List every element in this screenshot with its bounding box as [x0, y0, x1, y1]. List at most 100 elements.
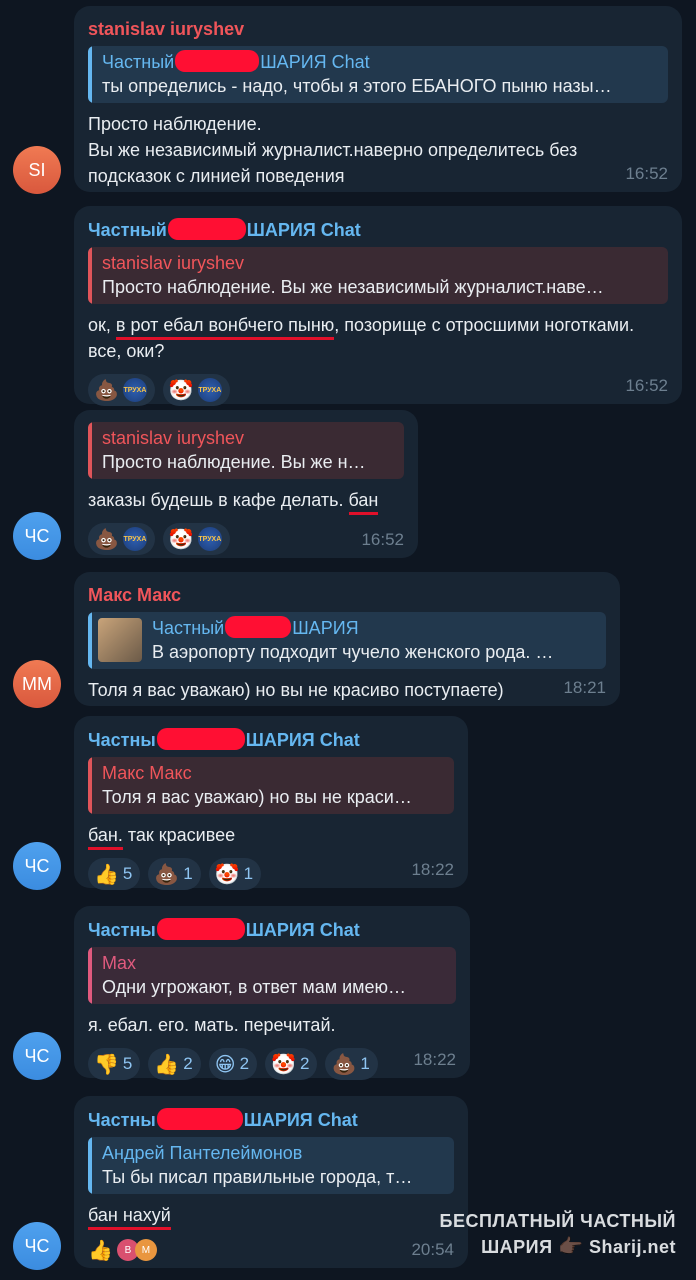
- sender-name[interactable]: Макс Макс: [88, 584, 606, 606]
- thumbs-up-icon: 👍: [154, 1052, 180, 1076]
- truha-avatar-icon: ТРУХА: [122, 527, 147, 551]
- reaction-poop[interactable]: 💩 ТРУХА: [88, 523, 155, 555]
- thumbs-down-icon: 👎: [94, 1052, 119, 1076]
- poop-icon: 💩: [154, 862, 180, 886]
- message-bubble[interactable]: Частный ШАРИЯ Chat stanislav iuryshev Про…: [74, 206, 682, 406]
- reactions-bar: 👍 B M: [88, 1234, 454, 1266]
- reactions-bar: 💩 ТРУХА 🤡 ТРУХА: [88, 374, 668, 406]
- poop-icon: 💩: [331, 1052, 357, 1076]
- reaction-grin[interactable]: 😁 2: [208, 1048, 258, 1080]
- reaction-count: 2: [183, 1054, 193, 1073]
- clown-icon: 🤡: [214, 862, 240, 886]
- quote-text: Одни угрожают, в ответ мам имею…: [102, 977, 407, 997]
- sender-name[interactable]: Частны ШАРИЯ Chat: [88, 1108, 454, 1131]
- message-bubble[interactable]: stanislav iuryshev Частный ШАРИЯ Chat ты …: [74, 6, 682, 192]
- message-text: я. ебал. его. мать. перечитай.: [88, 1015, 336, 1035]
- message-bubble[interactable]: Частны ШАРИЯ Chat Макс Макс Толя я вас ув…: [74, 716, 468, 890]
- message-time: 18:21: [563, 678, 606, 697]
- reaction-thumbs-up[interactable]: 👍 B M: [88, 1234, 165, 1266]
- avatar[interactable]: ММ: [13, 660, 61, 708]
- message-time: 16:52: [625, 164, 668, 183]
- reply-quote[interactable]: Макс Макс Толя я вас уважаю) но вы не кр…: [88, 757, 454, 814]
- reaction-poop[interactable]: 💩 1: [148, 858, 201, 890]
- reaction-poop[interactable]: 💩 ТРУХА: [88, 374, 155, 406]
- reply-quote[interactable]: Частный ШАРИЯ В аэропорту подходит чучело…: [88, 612, 606, 669]
- quote-text: Ты бы писал правильные города, т…: [102, 1167, 413, 1187]
- truha-avatar-icon: ТРУХА: [197, 378, 222, 402]
- avatar[interactable]: SI: [13, 146, 61, 194]
- poop-icon: 💩: [94, 527, 119, 551]
- pointing-hand-icon: 👉🏿: [558, 1234, 584, 1258]
- message-text: бан. так красивее: [88, 822, 454, 850]
- reply-quote[interactable]: Частный ШАРИЯ Chat ты определись - надо, …: [88, 46, 668, 103]
- quote-sender: Частный ШАРИЯ: [152, 616, 359, 638]
- reaction-count: 2: [299, 1054, 310, 1073]
- sender-name[interactable]: Частный ШАРИЯ Chat: [88, 218, 668, 241]
- reaction-count: 2: [239, 1054, 250, 1073]
- quote-sender: stanislav iuryshev: [102, 428, 245, 448]
- message-bubble[interactable]: Частны ШАРИЯ Chat Max Одни угрожают, в от…: [74, 906, 470, 1080]
- thumbs-up-icon: 👍: [94, 862, 119, 886]
- reply-quote[interactable]: Max Одни угрожают, в ответ мам имею…: [88, 947, 456, 1004]
- reactions-bar: 👍 5 💩 1 🤡 1: [88, 858, 454, 890]
- reply-quote[interactable]: stanislav iuryshev Просто наблюдение. Вы…: [88, 247, 668, 304]
- reaction-thumbs-up[interactable]: 👍 2: [148, 1048, 201, 1080]
- quote-sender: Частный ШАРИЯ Chat: [102, 50, 370, 72]
- redaction-mark: [156, 728, 245, 750]
- grin-icon: 😁: [214, 1052, 236, 1076]
- reaction-poop[interactable]: 💩 1: [325, 1048, 378, 1080]
- reaction-clown[interactable]: 🤡 ТРУХА: [162, 374, 230, 406]
- poop-icon: 💩: [94, 378, 119, 402]
- message-bubble[interactable]: Макс Макс Частный ШАРИЯ В аэропорту подхо…: [74, 572, 620, 706]
- avatar[interactable]: ЧС: [13, 842, 61, 890]
- sender-name[interactable]: stanislav iuryshev: [88, 18, 668, 40]
- watermark-line2: ШАРИЯ 👉🏿 Sharij.net: [481, 1234, 676, 1258]
- redaction-mark: [175, 50, 260, 72]
- redaction-mark: [156, 918, 245, 940]
- quote-text: Толя я вас уважаю) но вы не краси…: [102, 787, 412, 807]
- quote-text: ты определись - надо, чтобы я этого ЕБАН…: [102, 76, 612, 96]
- reply-quote[interactable]: stanislav iuryshev Просто наблюдение. Вы…: [88, 422, 404, 479]
- quote-sender: stanislav iuryshev: [102, 253, 245, 273]
- truha-avatar-icon: ТРУХА: [197, 527, 222, 551]
- watermark-line1: БЕСПЛАТНЫЙ ЧАСТНЫЙ: [439, 1211, 676, 1231]
- reaction-count: 1: [183, 864, 193, 883]
- quote-sender: Макс Макс: [102, 763, 192, 783]
- reactions-bar: 👎 5 👍 2 😁 2 🤡 2 💩 1: [88, 1048, 456, 1080]
- reaction-clown[interactable]: 🤡 2: [265, 1048, 318, 1080]
- underlined-text: бан.: [88, 825, 123, 850]
- redaction-mark: [156, 1108, 243, 1130]
- quote-text: Просто наблюдение. Вы же н…: [102, 452, 366, 472]
- reaction-thumbs-down[interactable]: 👎 5: [88, 1048, 141, 1080]
- avatar[interactable]: ЧС: [13, 512, 61, 560]
- message-bubble[interactable]: Частны ШАРИЯ Chat Андрей Пантелеймонов Ты…: [74, 1096, 468, 1268]
- message-time: 18:22: [413, 1050, 456, 1069]
- clown-icon: 🤡: [168, 527, 194, 551]
- redaction-mark: [167, 218, 246, 240]
- message-text: Просто наблюдение. Вы же независимый жур…: [88, 114, 578, 186]
- avatar[interactable]: ЧС: [13, 1222, 61, 1270]
- truha-avatar-icon: ТРУХА: [122, 378, 147, 402]
- quote-text: В аэропорту подходит чучело женского род…: [152, 642, 554, 662]
- underlined-text: бан: [348, 490, 379, 515]
- reaction-clown[interactable]: 🤡 1: [208, 858, 262, 890]
- redaction-mark: [225, 616, 292, 638]
- quote-sender: Max: [102, 953, 137, 973]
- watermark: БЕСПЛАТНЫЙ ЧАСТНЫЙ ШАРИЯ 👉🏿 Sharij.net: [440, 1208, 676, 1260]
- reply-quote[interactable]: Андрей Пантелеймонов Ты бы писал правиль…: [88, 1137, 454, 1194]
- thumbs-up-icon: 👍: [88, 1238, 113, 1262]
- sender-name[interactable]: Частны ШАРИЯ Chat: [88, 918, 456, 941]
- quote-sender: Андрей Пантелеймонов: [102, 1143, 303, 1163]
- clown-icon: 🤡: [271, 1052, 296, 1076]
- reaction-thumbs-up[interactable]: 👍 5: [88, 858, 141, 890]
- avatar[interactable]: ЧС: [13, 1032, 61, 1080]
- reaction-count: 1: [360, 1054, 370, 1073]
- reaction-clown[interactable]: 🤡 ТРУХА: [162, 523, 230, 555]
- reaction-count: 5: [122, 864, 133, 883]
- reactions-bar: 💩 ТРУХА 🤡 ТРУХА: [88, 523, 404, 555]
- reaction-count: 1: [243, 864, 254, 883]
- message-text: ок, в рот ебал вонбчего пыню, позорище с…: [88, 315, 635, 361]
- underlined-text: бан нахуй: [88, 1205, 171, 1230]
- sender-name[interactable]: Частны ШАРИЯ Chat: [88, 728, 454, 751]
- message-bubble[interactable]: stanislav iuryshev Просто наблюдение. Вы…: [74, 410, 418, 558]
